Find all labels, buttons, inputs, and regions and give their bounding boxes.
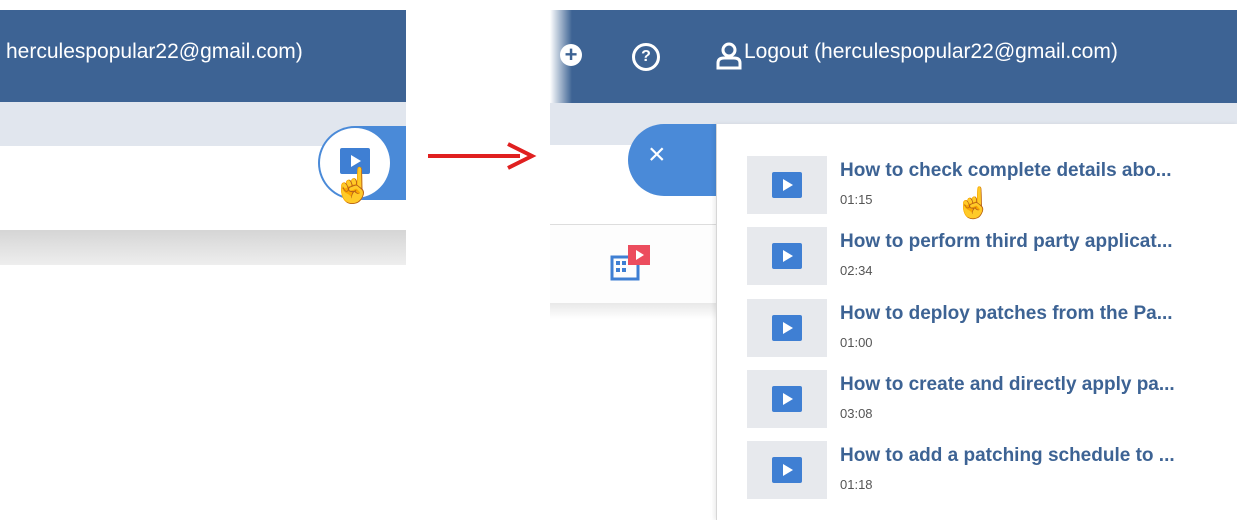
user-icon[interactable] bbox=[716, 42, 742, 70]
video-icon bbox=[772, 315, 802, 341]
after-screenshot: + ? Logout (herculespopular22@gmail.com)… bbox=[550, 10, 1237, 520]
before-screenshot: herculespopular22@gmail.com) ☝ bbox=[0, 10, 406, 265]
video-icon bbox=[772, 457, 802, 483]
video-icon bbox=[772, 243, 802, 269]
video-thumbnail[interactable] bbox=[747, 227, 827, 285]
video-title[interactable]: How to check complete details abo... bbox=[840, 160, 1232, 182]
logout-link[interactable]: Logout (herculespopular22@gmail.com) bbox=[744, 40, 1118, 64]
video-icon bbox=[772, 386, 802, 412]
arrow-right-icon bbox=[428, 142, 537, 170]
header-bar: herculespopular22@gmail.com) bbox=[0, 10, 406, 102]
background-tile bbox=[550, 224, 720, 319]
close-videos-button[interactable]: × bbox=[628, 124, 724, 196]
close-icon: × bbox=[648, 138, 666, 171]
hand-pointer-icon: ☝ bbox=[332, 167, 375, 205]
video-title[interactable]: How to create and directly apply pa... bbox=[840, 374, 1232, 396]
content-shadow bbox=[0, 230, 406, 265]
video-item[interactable]: How to deploy patches from the Pa... 01:… bbox=[747, 299, 1227, 359]
video-item[interactable]: How to create and directly apply pa... 0… bbox=[747, 370, 1227, 430]
account-email: herculespopular22@gmail.com) bbox=[6, 40, 303, 63]
calendar-video-icon bbox=[610, 245, 650, 281]
video-thumbnail[interactable] bbox=[747, 370, 827, 428]
video-title[interactable]: How to deploy patches from the Pa... bbox=[840, 303, 1232, 325]
help-videos-panel: How to check complete details abo... 01:… bbox=[716, 124, 1237, 520]
help-circle-icon[interactable]: ? bbox=[632, 43, 660, 71]
video-title[interactable]: How to add a patching schedule to ... bbox=[840, 445, 1232, 467]
video-icon bbox=[772, 172, 802, 198]
video-duration: 01:15 bbox=[840, 192, 873, 207]
header-bar: + ? Logout (herculespopular22@gmail.com) bbox=[550, 10, 1237, 103]
add-circle-icon[interactable]: + bbox=[560, 44, 582, 66]
video-title[interactable]: How to perform third party applicat... bbox=[840, 231, 1232, 253]
video-duration: 02:34 bbox=[840, 263, 873, 278]
video-thumbnail[interactable] bbox=[747, 441, 827, 499]
video-duration: 01:00 bbox=[840, 335, 873, 350]
video-duration: 03:08 bbox=[840, 406, 873, 421]
hand-pointer-icon: ☝ bbox=[955, 187, 993, 220]
video-thumbnail[interactable] bbox=[747, 156, 827, 214]
video-item[interactable]: How to perform third party applicat... 0… bbox=[747, 227, 1227, 287]
video-item[interactable]: How to add a patching schedule to ... 01… bbox=[747, 441, 1227, 501]
video-duration: 01:18 bbox=[840, 477, 873, 492]
video-thumbnail[interactable] bbox=[747, 299, 827, 357]
